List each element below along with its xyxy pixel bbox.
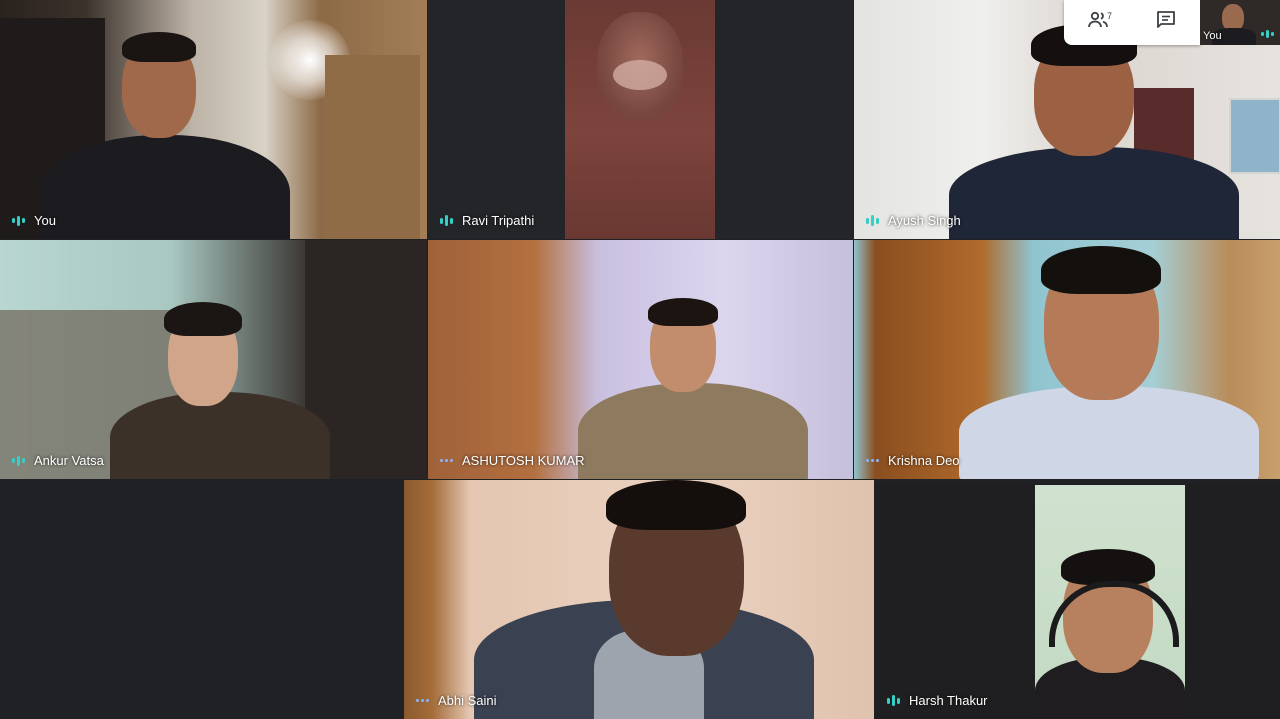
audio-idle-icon: [866, 459, 879, 462]
participant-tile-ashutosh-kumar[interactable]: ASHUTOSH KUMAR: [428, 240, 853, 479]
participant-name: Krishna Deo: [888, 453, 960, 468]
participant-name-label: Ayush Singh: [866, 213, 961, 228]
participant-name-label: Abhi Saini: [416, 693, 497, 708]
chat-icon: [1154, 8, 1178, 37]
participant-name-label: Ankur Vatsa: [12, 453, 104, 468]
self-view-label: You: [1203, 30, 1222, 42]
participant-tile-krishna-deo[interactable]: Krishna Deo: [854, 240, 1280, 479]
participant-name-label: ASHUTOSH KUMAR: [440, 453, 585, 468]
audio-level-icon: [440, 215, 453, 227]
self-view-thumbnail[interactable]: You: [1200, 0, 1280, 45]
participant-tile-ravi-tripathi[interactable]: Ravi Tripathi: [428, 0, 853, 239]
participant-name: Harsh Thakur: [909, 693, 988, 708]
participant-name: Ayush Singh: [888, 213, 961, 228]
chat-button[interactable]: [1144, 5, 1188, 41]
video-feed: [0, 0, 427, 239]
participant-name-label: You: [12, 213, 56, 228]
video-feed: [428, 240, 853, 479]
participant-tile-abhi-saini[interactable]: Abhi Saini: [404, 480, 874, 719]
video-feed: [854, 240, 1280, 479]
participant-name-label: Ravi Tripathi: [440, 213, 534, 228]
participant-name: You: [34, 213, 56, 228]
video-feed: [404, 480, 874, 719]
audio-level-icon: [1261, 28, 1274, 40]
participant-name-label: Harsh Thakur: [887, 693, 988, 708]
video-feed: [875, 483, 1280, 719]
participant-name-label: Krishna Deo: [866, 453, 960, 468]
audio-level-icon: [887, 695, 900, 707]
audio-idle-icon: [440, 459, 453, 462]
participant-tile-ankur-vatsa[interactable]: Ankur Vatsa: [0, 240, 427, 479]
participant-count-badge: 7: [1106, 10, 1112, 21]
audio-idle-icon: [416, 699, 429, 702]
audio-level-icon: [866, 215, 879, 227]
participant-tile-harsh-thakur[interactable]: Harsh Thakur: [875, 483, 1280, 719]
video-feed: [428, 0, 853, 239]
participant-name: Ravi Tripathi: [462, 213, 535, 228]
meeting-top-controls: 7: [1064, 0, 1200, 45]
participant-name: Abhi Saini: [438, 693, 497, 708]
video-feed: [0, 240, 427, 479]
participant-tile-you[interactable]: You: [0, 0, 427, 239]
participant-name: Ankur Vatsa: [34, 453, 104, 468]
audio-level-icon: [12, 455, 25, 467]
meeting-stage: You Ravi Tripathi Ayush Singh Ankur Vats…: [0, 0, 1280, 719]
participant-name: ASHUTOSH KUMAR: [462, 453, 585, 468]
show-participants-button[interactable]: 7: [1076, 5, 1120, 41]
audio-level-icon: [12, 215, 25, 227]
